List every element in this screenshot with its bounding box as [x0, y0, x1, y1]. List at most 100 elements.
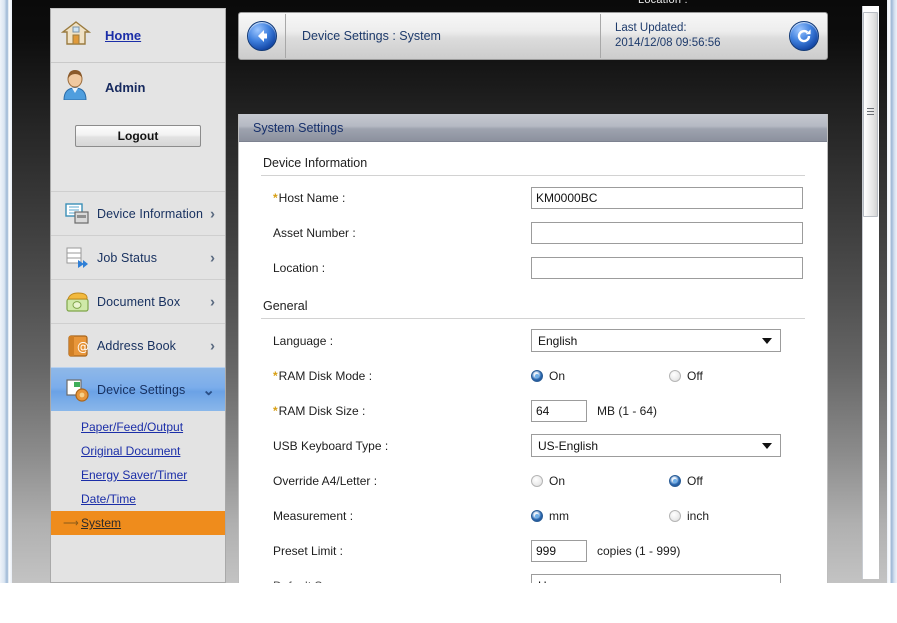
svg-text:@: @ — [77, 340, 89, 354]
sidebar-subitem-system[interactable]: ⟶ System — [51, 511, 225, 535]
override-a4-letter-control: On Off — [531, 474, 807, 488]
required-marker: * — [273, 368, 278, 383]
measurement-control: mm inch — [531, 509, 807, 523]
device-settings-icon — [65, 378, 91, 402]
field-row-preset-limit: Preset Limit : copies (1 - 999) — [239, 533, 827, 568]
usb-keyboard-type-label: USB Keyboard Type : — [273, 438, 389, 453]
sidebar-item-address-book[interactable]: @ Address Book › — [51, 323, 225, 367]
sidebar-item-device-settings[interactable]: Device Settings ⌄ — [51, 367, 225, 411]
preset-limit-control: copies (1 - 999) — [531, 539, 681, 562]
preset-limit-input[interactable] — [531, 539, 587, 562]
language-control: English — [531, 329, 781, 352]
sidebar-subitem-label[interactable]: Energy Saver/Timer — [81, 468, 187, 482]
last-updated-block: Last Updated: 2014/12/08 09:56:56 — [601, 21, 781, 51]
ram-disk-mode-control: On Off — [531, 369, 807, 383]
radio-label: mm — [549, 508, 569, 523]
preset-limit-label: Preset Limit : — [273, 543, 344, 558]
measurement-inch-option[interactable]: inch — [669, 509, 807, 523]
sidebar-subitem-date-time[interactable]: Date/Time — [51, 487, 225, 511]
radio-selected-icon[interactable] — [531, 509, 543, 522]
field-row-default-screen: Default S H — [239, 568, 827, 583]
window-frame-left — [0, 0, 12, 583]
back-button[interactable] — [247, 21, 277, 51]
language-select[interactable]: English — [531, 329, 781, 352]
chevron-down-icon — [762, 442, 772, 449]
content-panel: System Settings Device Information *Host… — [238, 114, 828, 583]
sidebar-subitem-label[interactable]: System — [81, 516, 121, 530]
asset-number-input[interactable] — [531, 221, 803, 244]
ram-disk-size-input[interactable] — [531, 399, 587, 422]
page-header-bar: Device Settings : System Last Updated: 2… — [238, 12, 828, 60]
bottom-white-area — [0, 583, 897, 623]
sidebar-subitem-original-document[interactable]: Original Document — [51, 439, 225, 463]
sidebar-item-label: Job Status — [97, 250, 158, 265]
chevron-down-icon: ⌄ — [202, 381, 215, 399]
location-label: Location : — [273, 260, 326, 275]
radio-label: On — [549, 368, 566, 383]
logout-row: Logout — [51, 111, 225, 147]
field-row-language: Language : English — [239, 323, 827, 358]
field-row-host-name: *Host Name : — [239, 180, 827, 215]
host-name-control — [531, 186, 803, 209]
home-icon — [60, 19, 92, 52]
sidebar-subitem-label[interactable]: Paper/Feed/Output — [81, 420, 183, 434]
host-name-input[interactable] — [531, 186, 803, 209]
override-a4-letter-off-option[interactable]: Off — [669, 474, 807, 488]
field-row-location: Location : — [239, 250, 827, 285]
measurement-mm-option[interactable]: mm — [531, 509, 669, 523]
required-marker: * — [273, 190, 278, 205]
field-row-usb-keyboard-type: USB Keyboard Type : US-English — [239, 428, 827, 463]
sidebar-item-document-box[interactable]: Document Box › — [51, 279, 225, 323]
usb-keyboard-type-select[interactable]: US-English — [531, 434, 781, 457]
radio-label: On — [549, 473, 566, 488]
sidebar-home-row[interactable]: Home — [51, 9, 225, 63]
sidebar-subitem-paper-feed-output[interactable]: Paper/Feed/Output — [51, 415, 225, 439]
section-heading-device-information: Device Information — [263, 156, 368, 170]
location-input[interactable] — [531, 256, 803, 279]
radio-unselected-icon[interactable] — [669, 369, 681, 382]
field-row-measurement: Measurement : mm inch — [239, 498, 827, 533]
location-control — [531, 256, 803, 279]
sidebar-item-job-status[interactable]: Job Status › — [51, 235, 225, 279]
sidebar-item-device-information[interactable]: Device Information › — [51, 191, 225, 235]
screenshot-root: Location : Home Admin Logout Device Info… — [0, 0, 897, 623]
radio-selected-icon[interactable] — [669, 474, 681, 487]
device-information-icon — [65, 202, 91, 226]
preset-limit-unit: copies (1 - 999) — [597, 543, 681, 558]
refresh-button[interactable] — [789, 21, 819, 51]
sidebar-subitem-label[interactable]: Original Document — [81, 444, 180, 458]
window-frame-right — [887, 0, 897, 583]
section-divider — [261, 175, 805, 176]
chevron-right-icon: › — [210, 205, 215, 222]
radio-unselected-icon[interactable] — [531, 474, 543, 487]
language-selected-value: English — [538, 333, 578, 348]
job-status-icon — [65, 246, 91, 270]
ram-disk-size-label: *RAM Disk Size : — [273, 404, 531, 418]
home-link[interactable]: Home — [105, 28, 141, 43]
default-screen-select[interactable]: H — [531, 574, 781, 583]
sidebar-subitem-energy-saver-timer[interactable]: Energy Saver/Timer — [51, 463, 225, 487]
document-box-icon — [65, 290, 91, 314]
override-a4-letter-on-option[interactable]: On — [531, 474, 669, 488]
radio-label: Off — [687, 368, 703, 383]
ram-disk-mode-off-option[interactable]: Off — [669, 369, 807, 383]
section-heading-general: General — [263, 299, 308, 313]
sidebar-subitem-label[interactable]: Date/Time — [81, 492, 136, 506]
panel-title: System Settings — [239, 114, 827, 142]
chevron-down-icon — [762, 337, 772, 344]
sidebar-item-label: Device Settings — [97, 382, 186, 397]
asset-number-control — [531, 221, 803, 244]
radio-unselected-icon[interactable] — [669, 509, 681, 522]
radio-selected-icon[interactable] — [531, 369, 543, 382]
ram-disk-size-control: MB (1 - 64) — [531, 399, 657, 422]
radio-label: inch — [687, 508, 710, 523]
chevron-right-icon: › — [210, 337, 215, 354]
sidebar-sublist-device-settings: Paper/Feed/Output Original Document Ener… — [51, 411, 225, 535]
last-updated-value: 2014/12/08 09:56:56 — [615, 37, 721, 49]
chevron-right-icon: › — [210, 293, 215, 310]
logout-button[interactable]: Logout — [75, 125, 201, 147]
back-arrow-icon — [258, 30, 267, 42]
ram-disk-mode-on-option[interactable]: On — [531, 369, 669, 383]
section-divider — [261, 318, 805, 319]
